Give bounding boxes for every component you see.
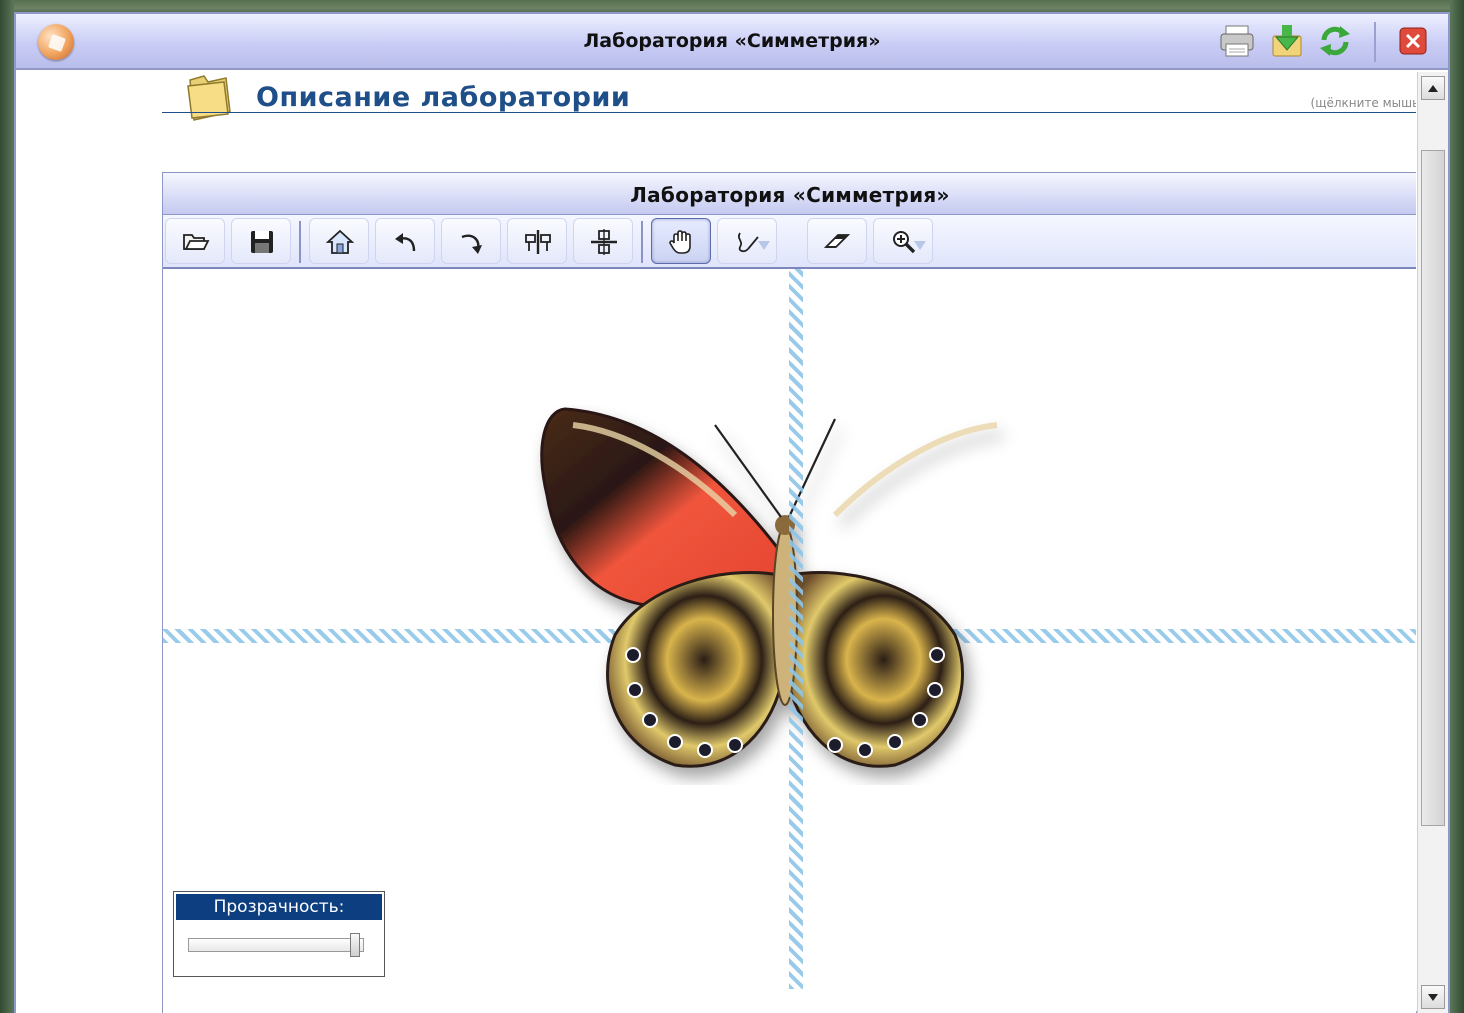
pen-dropdown-arrow-icon[interactable] — [758, 241, 770, 250]
undo-icon[interactable] — [375, 218, 435, 264]
click-hint: (щёлкните мышью) — [1310, 96, 1416, 110]
section-title[interactable]: Описание лаборатории — [256, 82, 630, 113]
symmetry-canvas[interactable]: Прозрачность: — [163, 269, 1416, 1013]
scroll-down-icon[interactable] — [1421, 985, 1445, 1009]
desktop-background-right — [1450, 0, 1464, 1013]
window-titlebar: Лаборатория «Симметрия» — [16, 14, 1448, 70]
transparency-slider-handle[interactable] — [350, 933, 360, 957]
desktop-background-left — [0, 0, 14, 1013]
eraser-icon[interactable] — [807, 218, 867, 264]
hand-icon[interactable] — [651, 218, 711, 264]
refresh-icon[interactable] — [1316, 22, 1354, 60]
folder-icon[interactable] — [184, 72, 232, 122]
butterfly-image[interactable] — [525, 405, 1045, 785]
save-icon[interactable] — [231, 218, 291, 264]
toolbar-separator — [299, 221, 301, 263]
lab-toolbar — [163, 215, 1416, 269]
close-icon[interactable] — [1394, 22, 1432, 60]
transparency-label: Прозрачность: — [176, 894, 382, 920]
redo-icon[interactable] — [441, 218, 501, 264]
print-icon[interactable] — [1218, 22, 1256, 60]
vertical-axis-line[interactable] — [789, 269, 803, 989]
vertical-symmetry-icon[interactable] — [507, 218, 567, 264]
open-icon[interactable] — [165, 218, 225, 264]
scrollbar-thumb[interactable] — [1421, 150, 1445, 826]
vertical-scrollbar[interactable] — [1417, 72, 1448, 1013]
download-icon[interactable] — [1268, 22, 1306, 60]
transparency-slider[interactable] — [188, 933, 364, 957]
section-divider — [162, 112, 1416, 113]
lab-panel: Лаборатория «Симметрия» Прозрачность: — [162, 172, 1416, 1013]
zoom-dropdown-arrow-icon[interactable] — [914, 241, 926, 250]
lab-title: Лаборатория «Симметрия» — [630, 183, 950, 207]
pen-icon[interactable] — [717, 218, 777, 264]
home-icon[interactable] — [309, 218, 369, 264]
content-area: Описание лаборатории (щёлкните мышью) Ла… — [16, 70, 1416, 1013]
zoom-icon[interactable] — [873, 218, 933, 264]
titlebar-separator — [1374, 22, 1376, 62]
lab-header: Лаборатория «Симметрия» — [163, 173, 1416, 215]
scroll-up-icon[interactable] — [1421, 76, 1445, 100]
transparency-panel: Прозрачность: — [173, 891, 385, 977]
toolbar-separator — [641, 221, 643, 263]
horizontal-symmetry-icon[interactable] — [573, 218, 633, 264]
app-window: Лаборатория «Симметрия» Описание лаборат… — [14, 12, 1450, 1013]
